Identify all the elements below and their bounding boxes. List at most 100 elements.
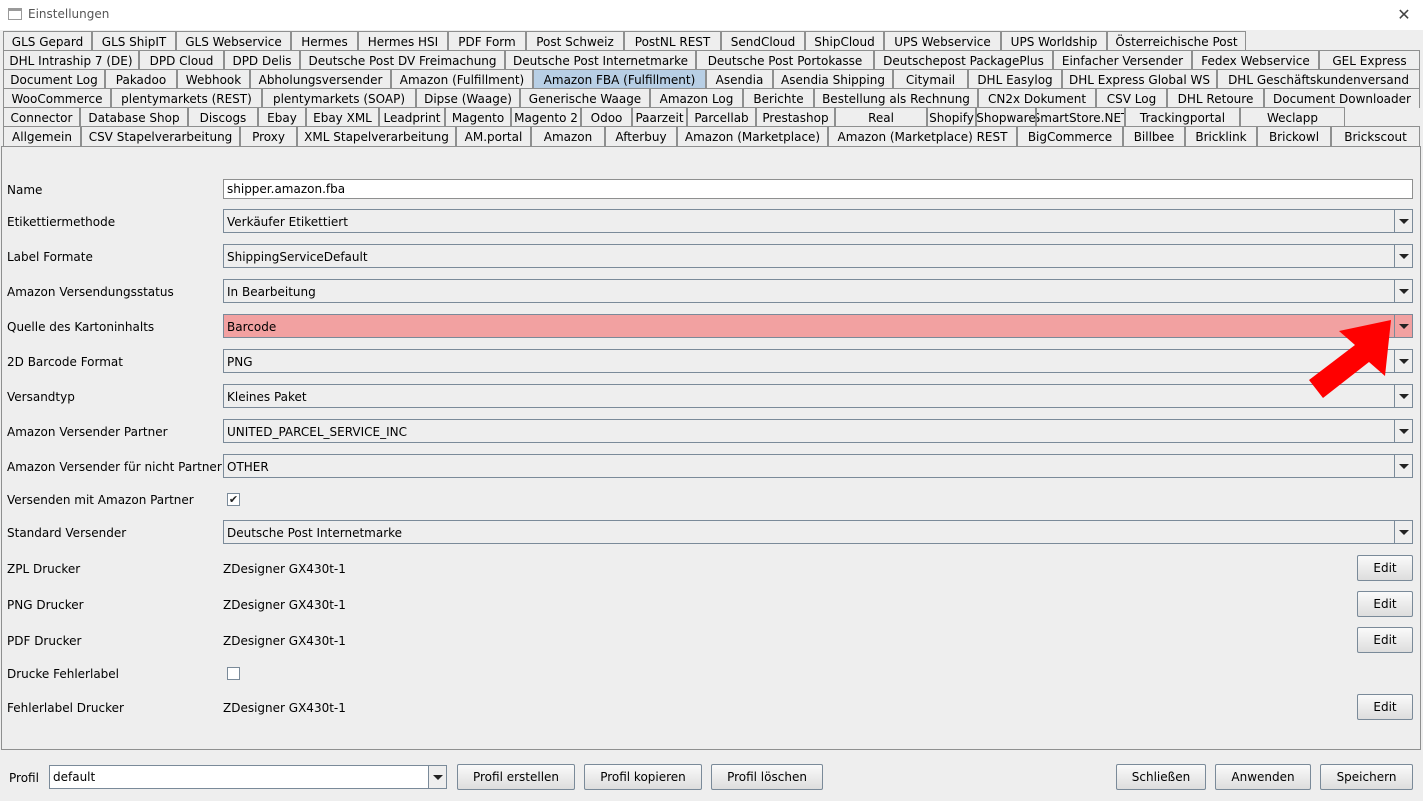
tab-post-schweiz[interactable]: Post Schweiz	[526, 31, 624, 51]
tab-dpd-cloud[interactable]: DPD Cloud	[139, 50, 224, 70]
fehlerlabel-drucker-edit-button[interactable]: Edit	[1357, 694, 1413, 720]
tab-plentymarkets-rest[interactable]: plentymarkets (REST)	[111, 88, 262, 108]
tab-dhl-intraship-7-de[interactable]: DHL Intraship 7 (DE)	[3, 50, 139, 70]
tab-gls-webservice[interactable]: GLS Webservice	[176, 31, 291, 51]
tab-magento[interactable]: Magento	[445, 107, 511, 127]
etikettiermethode-select[interactable]: Verkäufer Etikettiert	[223, 209, 1413, 233]
tab-document-downloader[interactable]: Document Downloader	[1264, 88, 1420, 108]
tab-bestellung-als-rechnung[interactable]: Bestellung als Rechnung	[814, 88, 978, 108]
tab-pakadoo[interactable]: Pakadoo	[105, 69, 177, 89]
tab-einfacher-versender[interactable]: Einfacher Versender	[1053, 50, 1192, 70]
tab-gls-gepard[interactable]: GLS Gepard	[3, 31, 92, 51]
tab-österreichische-post[interactable]: Österreichische Post	[1107, 31, 1246, 51]
tab-deutschepost-packageplus[interactable]: Deutschepost PackagePlus	[874, 50, 1053, 70]
schliessen-button[interactable]: Schließen	[1116, 764, 1206, 790]
chevron-down-icon[interactable]	[1394, 280, 1412, 302]
tab-amazon[interactable]: Amazon	[531, 126, 605, 146]
tab-dhl-geschäftskundenversand[interactable]: DHL Geschäftskundenversand	[1217, 69, 1420, 89]
tab-citymail[interactable]: Citymail	[893, 69, 968, 89]
chevron-down-icon[interactable]	[1394, 245, 1412, 267]
tab-shopify[interactable]: Shopify	[927, 107, 976, 127]
tab-parcellab[interactable]: Parcellab	[687, 107, 756, 127]
tab-csv-log[interactable]: CSV Log	[1096, 88, 1167, 108]
tab-ups-webservice[interactable]: UPS Webservice	[884, 31, 1001, 51]
tab-shopware[interactable]: Shopware	[976, 107, 1036, 127]
tab-shipcloud[interactable]: ShipCloud	[805, 31, 884, 51]
tab-amazon-fulfillment[interactable]: Amazon (Fulfillment)	[391, 69, 533, 89]
tab-amazon-fba-fulfillment[interactable]: Amazon FBA (Fulfillment)	[533, 69, 706, 89]
tab-smartstore-net[interactable]: SmartStore.NET	[1036, 107, 1125, 127]
tab-abholungsversender[interactable]: Abholungsversender	[250, 69, 391, 89]
tab-dipse-waage[interactable]: Dipse (Waage)	[416, 88, 520, 108]
chevron-down-icon[interactable]	[1394, 521, 1412, 543]
tab-gel-express[interactable]: GEL Express	[1319, 50, 1420, 70]
tab-ebay[interactable]: Ebay	[258, 107, 306, 127]
tab-bricklink[interactable]: Bricklink	[1185, 126, 1257, 146]
tab-generische-waage[interactable]: Generische Waage	[520, 88, 650, 108]
tab-paarzeit[interactable]: Paarzeit	[632, 107, 687, 127]
tab-connector[interactable]: Connector	[3, 107, 80, 127]
zpl-drucker-edit-button[interactable]: Edit	[1357, 555, 1413, 581]
tab-xml-stapelverarbeitung[interactable]: XML Stapelverarbeitung	[297, 126, 456, 146]
tab-hermes-hsi[interactable]: Hermes HSI	[358, 31, 448, 51]
chevron-down-icon[interactable]	[1394, 210, 1412, 232]
tab-discogs[interactable]: Discogs	[188, 107, 258, 127]
kartoninhalt-select[interactable]: Barcode	[223, 314, 1413, 338]
versenden-mit-partner-checkbox[interactable]: ✔	[227, 493, 240, 506]
tab-dhl-retoure[interactable]: DHL Retoure	[1167, 88, 1264, 108]
versandtyp-select[interactable]: Kleines Paket	[223, 384, 1413, 408]
tab-sendcloud[interactable]: SendCloud	[721, 31, 805, 51]
profil-erstellen-button[interactable]: Profil erstellen	[457, 764, 575, 790]
tab-proxy[interactable]: Proxy	[240, 126, 297, 146]
profil-loeschen-button[interactable]: Profil löschen	[711, 764, 823, 790]
chevron-down-icon[interactable]	[1394, 385, 1412, 407]
tab-berichte[interactable]: Berichte	[743, 88, 814, 108]
tab-woocommerce[interactable]: WooCommerce	[3, 88, 111, 108]
tab-bigcommerce[interactable]: BigCommerce	[1017, 126, 1123, 146]
tab-asendia[interactable]: Asendia	[706, 69, 773, 89]
tab-trackingportal[interactable]: Trackingportal	[1125, 107, 1240, 127]
tab-leadprint[interactable]: Leadprint	[379, 107, 445, 127]
tab-pdf-form[interactable]: PDF Form	[448, 31, 526, 51]
versender-partner-select[interactable]: UNITED_PARCEL_SERVICE_INC	[223, 419, 1413, 443]
chevron-down-icon[interactable]	[1394, 420, 1412, 442]
tab-deutsche-post-dv-freimachung[interactable]: Deutsche Post DV Freimachung	[300, 50, 505, 70]
tab-amazon-log[interactable]: Amazon Log	[650, 88, 743, 108]
chevron-down-icon[interactable]	[428, 766, 446, 788]
tab-ebay-xml[interactable]: Ebay XML	[306, 107, 379, 127]
tab-hermes[interactable]: Hermes	[291, 31, 358, 51]
tab-fedex-webservice[interactable]: Fedex Webservice	[1192, 50, 1319, 70]
tab-amazon-marketplace-rest[interactable]: Amazon (Marketplace) REST	[828, 126, 1017, 146]
tab-csv-stapelverarbeitung[interactable]: CSV Stapelverarbeitung	[81, 126, 240, 146]
barcode-format-select[interactable]: PNG	[223, 349, 1413, 373]
tab-postnl-rest[interactable]: PostNL REST	[624, 31, 721, 51]
tab-brickowl[interactable]: Brickowl	[1257, 126, 1331, 146]
close-icon[interactable]: ✕	[1391, 2, 1417, 26]
tab-ups-worldship[interactable]: UPS Worldship	[1001, 31, 1107, 51]
tab-document-log[interactable]: Document Log	[3, 69, 105, 89]
chevron-down-icon[interactable]	[1394, 350, 1412, 372]
versender-nicht-partner-select[interactable]: OTHER	[223, 454, 1413, 478]
tab-cn2x-dokument[interactable]: CN2x Dokument	[978, 88, 1096, 108]
tab-weclapp[interactable]: Weclapp	[1240, 107, 1345, 127]
name-field[interactable]	[223, 179, 1413, 199]
standard-versender-select[interactable]: Deutsche Post Internetmarke	[223, 520, 1413, 544]
drucke-fehlerlabel-checkbox[interactable]	[227, 667, 240, 680]
png-drucker-edit-button[interactable]: Edit	[1357, 591, 1413, 617]
tab-am-portal[interactable]: AM.portal	[456, 126, 531, 146]
tab-dpd-delis[interactable]: DPD Delis	[224, 50, 300, 70]
tab-brickscout[interactable]: Brickscout	[1331, 126, 1420, 146]
tab-webhook[interactable]: Webhook	[177, 69, 250, 89]
anwenden-button[interactable]: Anwenden	[1215, 764, 1311, 790]
tab-magento-2[interactable]: Magento 2	[511, 107, 581, 127]
tab-deutsche-post-internetmarke[interactable]: Deutsche Post Internetmarke	[505, 50, 696, 70]
tab-prestashop[interactable]: Prestashop	[756, 107, 835, 127]
profil-select[interactable]: default	[49, 765, 447, 789]
speichern-button[interactable]: Speichern	[1320, 764, 1413, 790]
tab-asendia-shipping[interactable]: Asendia Shipping	[773, 69, 893, 89]
tab-real[interactable]: Real	[835, 107, 927, 127]
label-formate-select[interactable]: ShippingServiceDefault	[223, 244, 1413, 268]
tab-dhl-easylog[interactable]: DHL Easylog	[968, 69, 1062, 89]
chevron-down-icon[interactable]	[1394, 315, 1412, 337]
tab-afterbuy[interactable]: Afterbuy	[605, 126, 677, 146]
